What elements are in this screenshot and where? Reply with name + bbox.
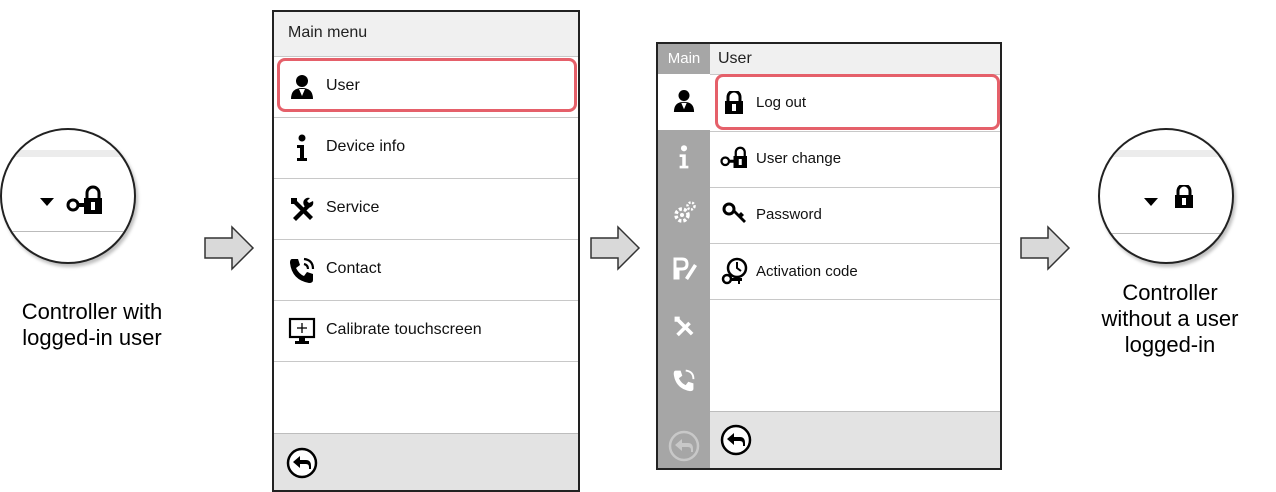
back-icon[interactable]	[286, 447, 318, 479]
arrow-2	[590, 225, 641, 271]
user-menu-footer	[710, 411, 1000, 468]
sidebar-item-user-selected[interactable]	[658, 74, 710, 130]
menu-item-device-info[interactable]: Device info	[274, 118, 578, 179]
page-title: Main menu	[288, 24, 368, 41]
user-menu-screen: Main User Log out User change Password A…	[656, 42, 1002, 470]
sidebar-settings-icon[interactable]	[673, 200, 697, 224]
menu-item-label: Service	[326, 199, 380, 216]
dropdown-arrow-icon	[40, 198, 54, 206]
menu-item-calibrate-touchscreen[interactable]: Calibrate touchscreen	[274, 301, 578, 362]
sidebar: Main	[658, 44, 710, 468]
right-caption-line2: without a user	[1101, 306, 1239, 331]
page-title: User	[718, 50, 752, 67]
magnifier-logged-out	[1098, 128, 1234, 264]
left-caption-line2: logged-in user	[22, 325, 162, 350]
user-logged-in-icon	[66, 185, 102, 214]
menu-item-label: Password	[756, 206, 822, 223]
back-icon[interactable]	[720, 424, 752, 456]
left-caption: Controller with logged-in user	[0, 299, 184, 351]
user-change-icon	[720, 146, 747, 168]
magnifier-logged-in	[0, 128, 136, 264]
phone-icon	[290, 257, 315, 283]
main-menu-footer	[274, 433, 578, 490]
key-icon	[722, 202, 746, 223]
menu-item-contact[interactable]: Contact	[274, 240, 578, 301]
sidebar-phone-icon[interactable]	[672, 368, 696, 392]
arrow-3	[1020, 225, 1071, 271]
lock-icon	[1175, 185, 1193, 208]
right-caption-line1: Controller	[1122, 280, 1218, 305]
touchscreen-icon	[288, 317, 316, 344]
menu-item-label: User change	[756, 150, 842, 167]
main-menu-screen: Main menu User Device info Service Conta…	[272, 10, 580, 492]
tools-icon	[291, 197, 314, 221]
menu-item-label: Calibrate touchscreen	[326, 321, 482, 338]
menu-item-service[interactable]: Service	[274, 179, 578, 240]
right-caption: Controller without a user logged-in	[1072, 280, 1268, 358]
main-menu-titlebar: Main menu	[274, 12, 578, 57]
user-menu-titlebar: User	[710, 44, 1000, 75]
right-caption-line3: logged-in	[1124, 332, 1216, 357]
highlight-user	[277, 58, 577, 112]
menu-item-password[interactable]: Password	[710, 188, 1000, 244]
menu-item-activation-code[interactable]: Activation code	[710, 244, 1000, 300]
sidebar-tools-icon[interactable]	[672, 314, 696, 338]
sidebar-back-icon	[668, 430, 700, 462]
menu-item-label: Activation code	[756, 263, 858, 280]
menu-item-label: Device info	[326, 138, 406, 155]
sidebar-program-icon[interactable]	[672, 256, 698, 280]
highlight-log-out	[715, 74, 1000, 130]
arrow-1	[204, 225, 255, 271]
info-icon	[297, 134, 307, 161]
dropdown-arrow-icon	[1144, 198, 1158, 206]
sidebar-info-icon[interactable]	[677, 144, 691, 170]
sidebar-title: Main	[667, 50, 701, 67]
menu-item-label: Contact	[326, 260, 382, 277]
left-caption-line1: Controller with	[21, 299, 163, 324]
user-icon	[673, 90, 695, 112]
menu-item-user-change[interactable]: User change	[710, 132, 1000, 188]
activation-code-icon	[721, 257, 748, 285]
